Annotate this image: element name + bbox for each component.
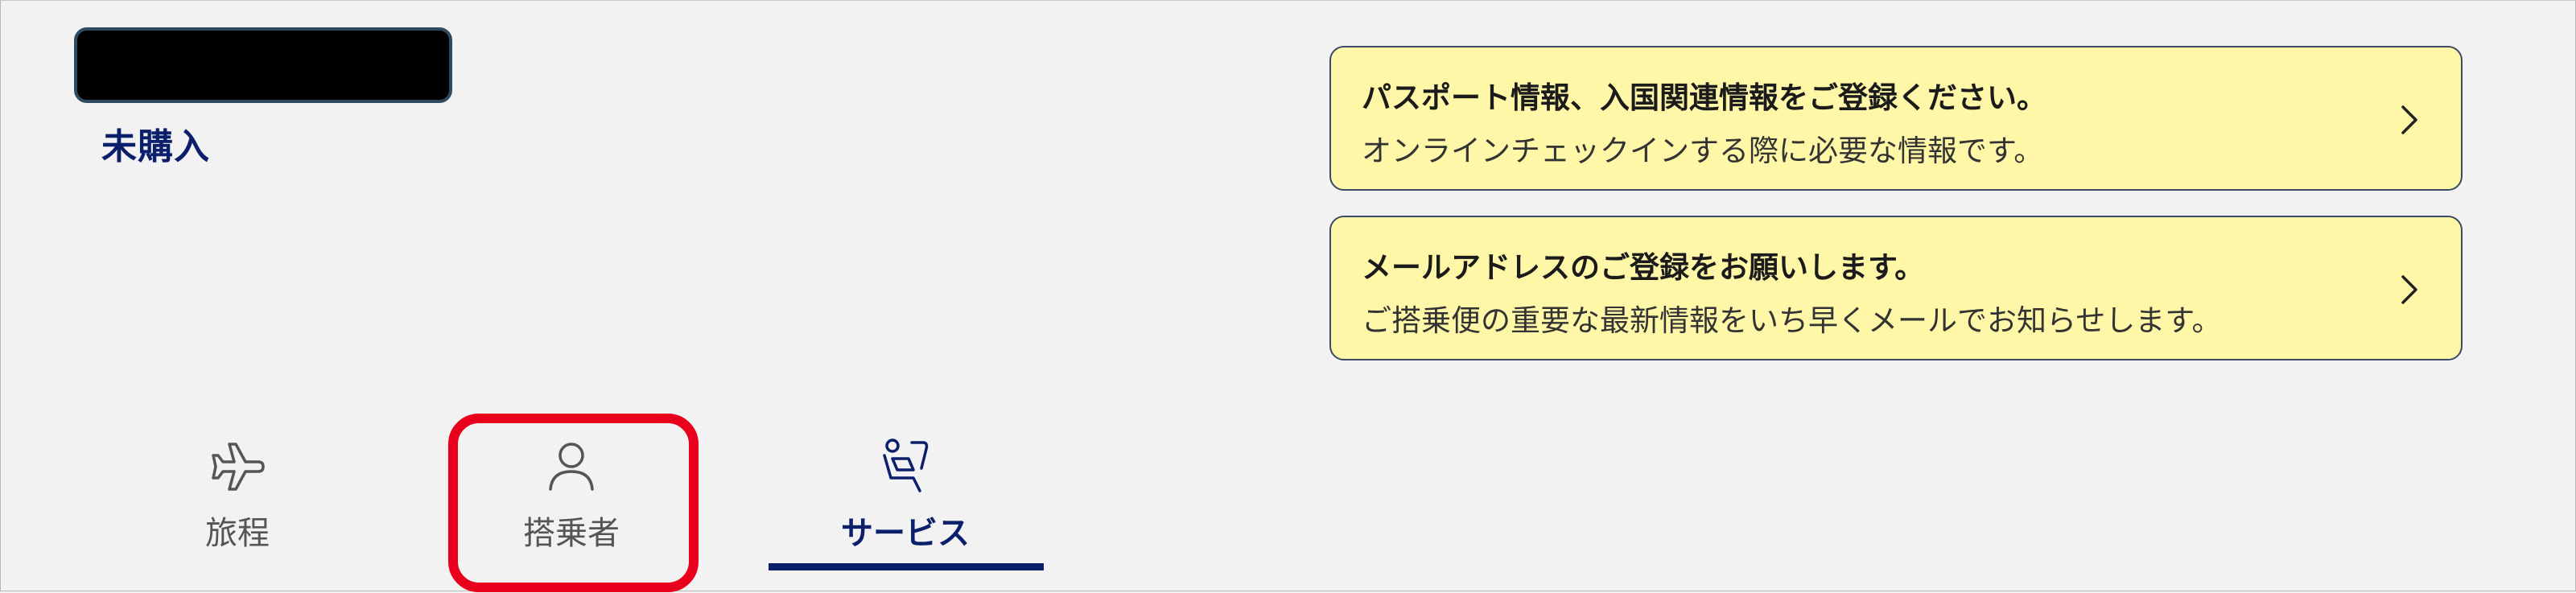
email-registration-notice[interactable]: メールアドレスのご登録をお願いします。 ご搭乗便の重要な最新情報をいち早くメール… [1329,216,2463,360]
seat-icon [883,439,929,492]
highlight-box [448,414,699,592]
active-tab-indicator [769,563,1044,570]
notice-description: ご搭乗便の重要な最新情報をいち早くメールでお知らせします。 [1362,303,2222,338]
redacted-reservation-number [74,27,452,103]
chevron-right-icon [2401,105,2417,134]
notice-title: メールアドレスのご登録をお願いします。 [1362,250,1925,285]
notice-title: パスポート情報、入国関連情報をご登録ください。 [1362,80,2046,115]
chevron-right-icon [2401,275,2417,304]
notice-description: オンラインチェックインする際に必要な情報です。 [1362,134,2044,168]
tab-label: サービス [841,515,970,552]
tab-label: 旅程 [205,515,270,552]
purchase-status-label: 未購入 [101,126,210,167]
tab-itinerary[interactable]: 旅程 [101,426,374,587]
passport-info-notice[interactable]: パスポート情報、入国関連情報をご登録ください。 オンラインチェックインする際に必… [1329,46,2463,191]
airplane-icon [212,443,265,491]
